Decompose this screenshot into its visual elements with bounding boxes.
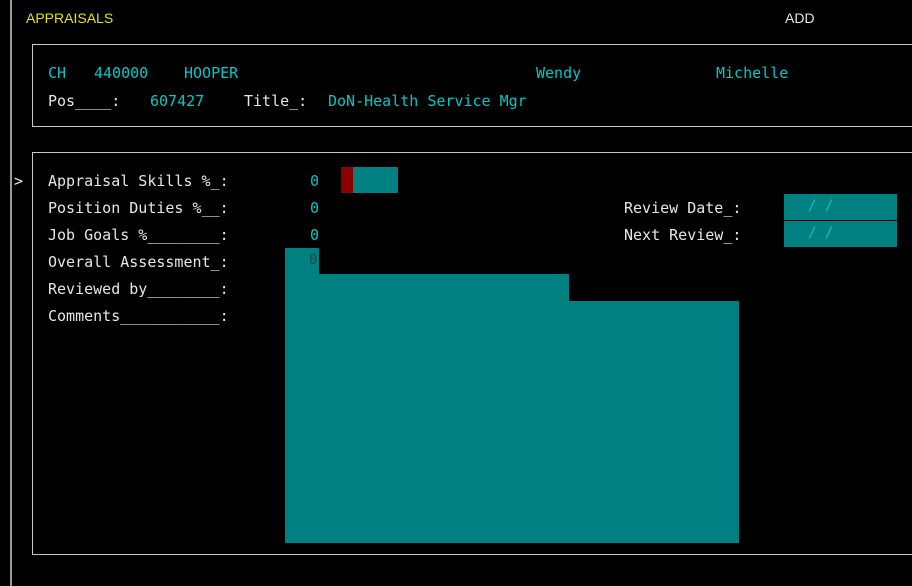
employee-code: CH bbox=[48, 64, 67, 82]
position-value: 607427 bbox=[150, 92, 205, 110]
appraisal-skills-value[interactable]: 0 bbox=[310, 172, 319, 190]
review-date-label: Review Date_: bbox=[624, 199, 742, 217]
review-date-value: / / bbox=[808, 198, 834, 214]
overall-assessment-value: 0 bbox=[309, 252, 318, 268]
position-duties-value[interactable]: 0 bbox=[310, 199, 319, 217]
employee-middle-name: Michelle bbox=[716, 64, 789, 82]
window-left-edge bbox=[0, 0, 12, 586]
position-label: Pos____: bbox=[48, 92, 121, 110]
comments-textarea[interactable] bbox=[285, 301, 739, 543]
screen-title: APPRAISALS bbox=[26, 10, 114, 26]
text-cursor-block bbox=[341, 167, 353, 193]
position-duties-label: Position Duties %__: bbox=[48, 199, 229, 217]
employee-surname: HOOPER bbox=[184, 64, 239, 82]
title-label: Title_: bbox=[244, 92, 308, 110]
employee-first-name: Wendy bbox=[536, 64, 582, 82]
next-review-value: / / bbox=[808, 225, 834, 241]
next-review-input[interactable] bbox=[784, 221, 897, 247]
comments-label: Comments___________: bbox=[48, 307, 229, 325]
review-date-input[interactable] bbox=[784, 194, 897, 220]
job-goals-value[interactable]: 0 bbox=[310, 226, 319, 244]
mode-indicator: ADD bbox=[785, 10, 815, 26]
title-value: DoN-Health Service Mgr bbox=[328, 92, 527, 110]
reviewed-by-input[interactable] bbox=[285, 274, 569, 301]
appraisal-skills-input[interactable] bbox=[353, 167, 398, 193]
employee-info-frame bbox=[32, 44, 912, 127]
job-goals-label: Job Goals %________: bbox=[48, 226, 229, 244]
next-review-label: Next Review_: bbox=[624, 226, 742, 244]
reviewed-by-label: Reviewed by________: bbox=[48, 280, 229, 298]
overall-assessment-label: Overall Assessment_: bbox=[48, 253, 229, 271]
appraisal-skills-label: Appraisal Skills %_: bbox=[48, 172, 229, 190]
employee-number: 440000 bbox=[94, 64, 149, 82]
cursor-indicator: > bbox=[14, 172, 24, 190]
